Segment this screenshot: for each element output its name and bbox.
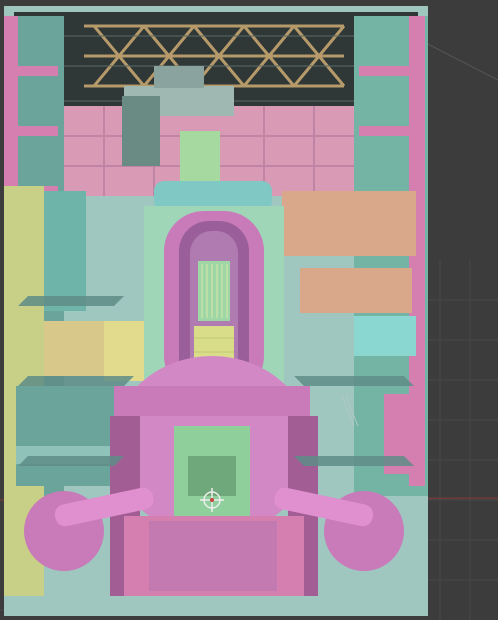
crane-trolley bbox=[154, 66, 204, 88]
reactor-model[interactable] bbox=[4, 6, 428, 616]
crosshair-gizmo-icon[interactable] bbox=[200, 488, 224, 512]
3d-viewport[interactable] bbox=[0, 0, 498, 620]
